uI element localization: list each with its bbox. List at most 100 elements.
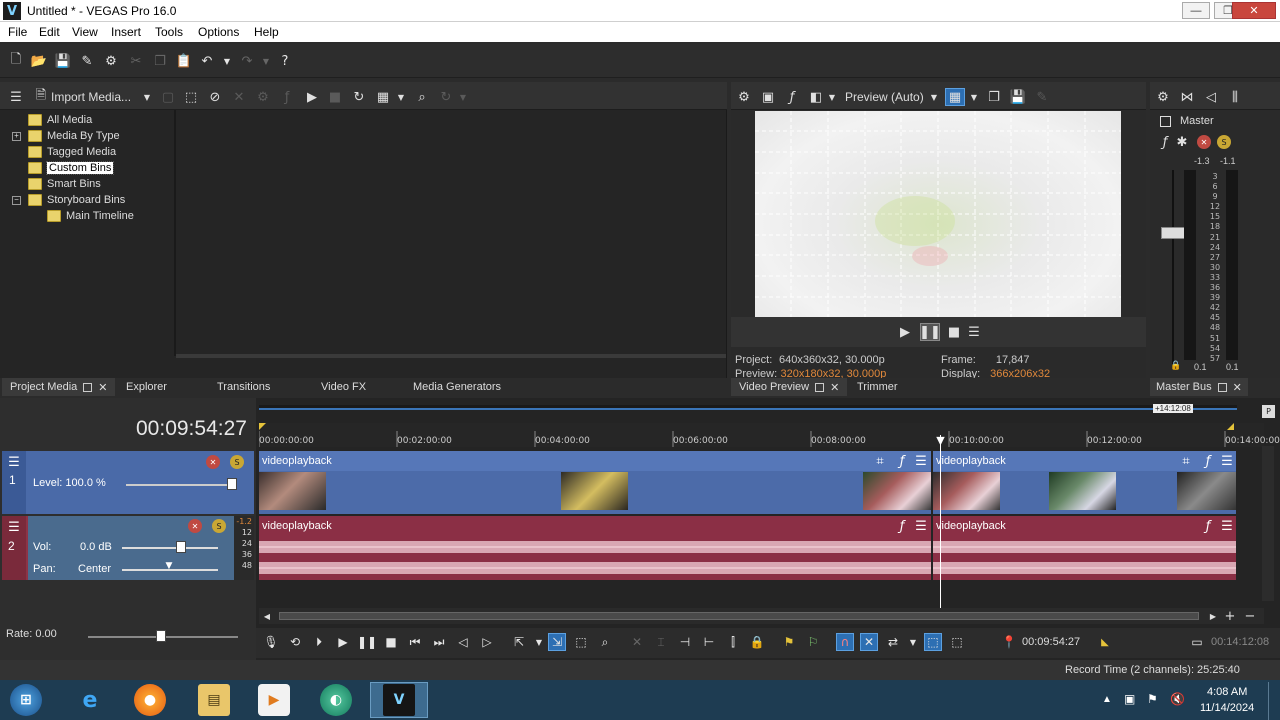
internet-explorer-icon[interactable]: e bbox=[74, 684, 106, 716]
pause-icon[interactable]: ❚❚ bbox=[357, 633, 377, 651]
audio-pan-handle-icon[interactable]: ▼ bbox=[162, 561, 176, 571]
playhead-line[interactable] bbox=[940, 435, 941, 609]
preview-quality-chevron-icon[interactable]: ▼ bbox=[929, 90, 939, 104]
master-fx-icon[interactable]: ƒ bbox=[1158, 135, 1172, 150]
preview-properties-icon[interactable]: ⚙ bbox=[736, 89, 752, 105]
whats-this-help-icon[interactable]: ? bbox=[277, 53, 293, 69]
remove-media-icon[interactable]: ✕ bbox=[231, 89, 247, 105]
media-views-chevron-icon[interactable]: ▼ bbox=[396, 90, 406, 104]
save-snapshot-icon[interactable]: 💾 bbox=[1010, 89, 1026, 105]
loop-end-marker[interactable]: +14:12:08 bbox=[1153, 404, 1193, 413]
show-hidden-icons-icon[interactable]: ▲ bbox=[1102, 694, 1112, 705]
menu-options[interactable]: Options bbox=[198, 25, 239, 39]
minimize-button[interactable]: — bbox=[1182, 2, 1210, 19]
preview-menu-icon[interactable]: ☰ bbox=[966, 324, 982, 340]
previous-frame-icon[interactable]: ◁ bbox=[454, 633, 472, 651]
video-level-handle[interactable] bbox=[227, 478, 237, 490]
split-screen-icon[interactable]: ◧ bbox=[808, 89, 824, 105]
master-solo-checkbox[interactable] bbox=[1160, 116, 1171, 127]
master-fader-handle[interactable] bbox=[1161, 227, 1185, 239]
scroll-thumb[interactable] bbox=[279, 612, 1199, 620]
external-monitor-icon[interactable]: ▣ bbox=[760, 89, 776, 105]
track-menu-icon[interactable]: ☰ bbox=[6, 520, 22, 535]
refresh-icon[interactable]: ↻ bbox=[438, 89, 454, 105]
media-list-scrollbar[interactable] bbox=[176, 354, 726, 358]
video-clip-2-fx-icon[interactable]: ƒ bbox=[1201, 454, 1215, 469]
cursor-time[interactable]: 00:09:54:27 bbox=[1022, 636, 1080, 648]
audio-clip-2[interactable]: videoplayback ƒ ☰ bbox=[933, 516, 1236, 580]
video-clip-2-menu-icon[interactable]: ☰ bbox=[1220, 454, 1234, 469]
tree-item-storyboard-bins[interactable]: − Storyboard Bins bbox=[10, 192, 125, 208]
media-fx-icon[interactable]: ƒ bbox=[279, 89, 295, 105]
loop-playback-icon[interactable]: ⟲ bbox=[286, 633, 304, 651]
close-tab-icon[interactable]: ✕ bbox=[830, 381, 839, 394]
tree-splitter[interactable] bbox=[174, 110, 176, 356]
tab-media-generators[interactable]: Media Generators bbox=[405, 378, 509, 396]
ripple-edit-icon[interactable]: ⇄ bbox=[884, 633, 902, 651]
new-project-icon[interactable]: 🗋 bbox=[8, 52, 24, 69]
audio-clip-1-fx-icon[interactable]: ƒ bbox=[895, 519, 909, 534]
tab-transitions[interactable]: Transitions bbox=[209, 378, 278, 396]
audio-vol-slider[interactable] bbox=[122, 547, 218, 549]
redo-icon[interactable]: ↷ bbox=[239, 53, 255, 69]
selection-tool-icon[interactable]: ⇲ bbox=[548, 633, 566, 651]
envelope-tool-icon[interactable]: ⬚ bbox=[572, 633, 590, 651]
timeline-vertical-scrollbar[interactable] bbox=[1262, 446, 1274, 601]
green-app-icon[interactable]: ◐ bbox=[320, 684, 352, 716]
video-clip-2[interactable]: videoplayback ⌗ ƒ ☰ bbox=[933, 451, 1236, 514]
preview-video-frame[interactable] bbox=[755, 111, 1121, 317]
scroll-left-icon[interactable]: ◀ bbox=[261, 610, 273, 622]
float-window-icon[interactable] bbox=[1217, 382, 1227, 392]
zoom-out-icon[interactable]: − bbox=[1244, 609, 1256, 624]
zoom-in-icon[interactable]: + bbox=[1224, 609, 1236, 624]
timeline-overview-bar[interactable] bbox=[259, 405, 1237, 410]
media-views-icon[interactable]: ▦ bbox=[375, 89, 391, 105]
video-level-slider[interactable] bbox=[126, 484, 236, 486]
trim-start-icon[interactable]: ⊣ bbox=[676, 633, 694, 651]
split-icon[interactable]: ⫿ bbox=[724, 633, 742, 651]
ignore-grouping-icon[interactable]: ⬚ bbox=[948, 633, 966, 651]
network-icon[interactable]: ▣ bbox=[1124, 692, 1135, 706]
lock-envelopes-icon[interactable]: ⬚ bbox=[924, 633, 942, 651]
capture-icon[interactable]: ▢ bbox=[160, 89, 176, 105]
search-media-icon[interactable]: ⌕ bbox=[414, 89, 430, 105]
start-preview-icon[interactable]: ▶ bbox=[304, 89, 320, 105]
marker-toggle-icon[interactable]: P bbox=[1262, 405, 1275, 418]
delete-icon[interactable]: ✕ bbox=[628, 633, 646, 651]
audio-clip-1-menu-icon[interactable]: ☰ bbox=[914, 519, 928, 534]
playhead-marker-icon[interactable]: ▼ bbox=[934, 434, 947, 447]
tab-master-bus[interactable]: Master Bus ✕ bbox=[1150, 378, 1248, 396]
firefox-icon[interactable]: ● bbox=[134, 684, 166, 716]
audio-track-mute-icon[interactable]: ✕ bbox=[188, 519, 202, 533]
video-clip-1-fx-icon[interactable]: ƒ bbox=[895, 454, 909, 469]
master-effects-chain-icon[interactable]: ✱ bbox=[1175, 135, 1189, 150]
snapping-icon[interactable]: ∩ bbox=[836, 633, 854, 651]
audio-track-header[interactable]: ☰ 2 ✕ S Vol: 0.0 dB Pan: Center ▼ -1.2 1… bbox=[2, 516, 254, 580]
get-media-icon[interactable]: ⬚ bbox=[183, 89, 199, 105]
record-icon[interactable]: 🎙 bbox=[262, 633, 280, 651]
cut-icon[interactable]: ✂ bbox=[128, 53, 144, 69]
preview-quality-dropdown[interactable]: Preview (Auto) bbox=[845, 90, 924, 104]
overlays-chevron-icon[interactable]: ▼ bbox=[969, 90, 979, 104]
volume-muted-icon[interactable]: 🔇 bbox=[1170, 692, 1185, 706]
tab-trimmer[interactable]: Trimmer bbox=[849, 378, 906, 396]
import-chevron-icon[interactable]: ▼ bbox=[141, 90, 153, 104]
video-clip-2-crop-icon[interactable]: ⌗ bbox=[1179, 454, 1193, 469]
copy-icon[interactable]: ❐ bbox=[152, 53, 168, 69]
import-media-icon[interactable]: 🗎 bbox=[33, 88, 49, 105]
timeline-timecode[interactable]: 00:09:54:27 bbox=[136, 417, 247, 441]
rate-handle[interactable] bbox=[156, 630, 166, 642]
dim-output-icon[interactable]: ◁ bbox=[1203, 89, 1219, 105]
float-window-icon[interactable] bbox=[815, 382, 825, 392]
preview-play-icon[interactable]: ▶ bbox=[897, 324, 913, 340]
remove-unused-icon[interactable]: ⊘ bbox=[207, 89, 223, 105]
tab-video-preview[interactable]: Video Preview ✕ bbox=[731, 378, 848, 396]
lock-icon[interactable]: 🔒 bbox=[748, 633, 766, 651]
video-track-solo-icon[interactable]: S bbox=[230, 455, 244, 469]
audio-clip-2-menu-icon[interactable]: ☰ bbox=[1220, 519, 1234, 534]
scroll-right-icon[interactable]: ▶ bbox=[1207, 610, 1219, 622]
master-properties-icon[interactable]: ⚙ bbox=[1155, 89, 1171, 105]
video-track-header[interactable]: ☰ 1 ✕ S Level: 100.0 % bbox=[2, 451, 254, 514]
expand-plus-icon[interactable]: + bbox=[12, 131, 21, 141]
clock-date[interactable]: 11/14/2024 bbox=[1200, 702, 1254, 714]
